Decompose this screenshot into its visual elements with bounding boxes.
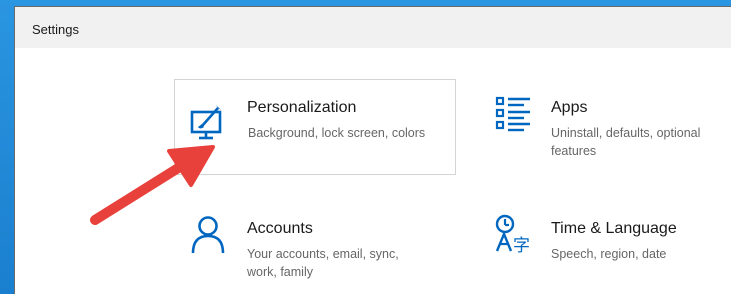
personalization-icon	[190, 102, 230, 142]
time-language-tile[interactable]: 字 Time & Language Speech, region, date	[480, 201, 730, 294]
accounts-title: Accounts	[247, 220, 313, 237]
time-language-description: Speech, region, date	[551, 247, 667, 261]
personalization-title: Personalization	[247, 99, 357, 116]
settings-window: Settings Personalization Background, loc…	[14, 6, 731, 294]
person-icon	[189, 215, 229, 255]
accounts-tile[interactable]: Accounts Your accounts, email, sync, wor…	[174, 201, 456, 294]
time-language-icon: 字	[494, 213, 534, 253]
personalization-description: Background, lock screen, colors	[248, 126, 426, 140]
apps-list-icon	[494, 95, 534, 135]
apps-description: Uninstall, defaults, optional features	[551, 126, 701, 158]
time-language-title: Time & Language	[551, 220, 677, 237]
accounts-description: Your accounts, email, sync, work, family	[247, 247, 399, 279]
svg-text:字: 字	[513, 236, 530, 253]
apps-title: Apps	[551, 99, 588, 116]
personalization-tile[interactable]: Personalization Background, lock screen,…	[174, 79, 456, 175]
apps-tile[interactable]: Apps Uninstall, defaults, optional featu…	[480, 79, 730, 175]
window-title: Settings	[32, 22, 79, 37]
title-bar[interactable]: Settings	[15, 7, 731, 48]
